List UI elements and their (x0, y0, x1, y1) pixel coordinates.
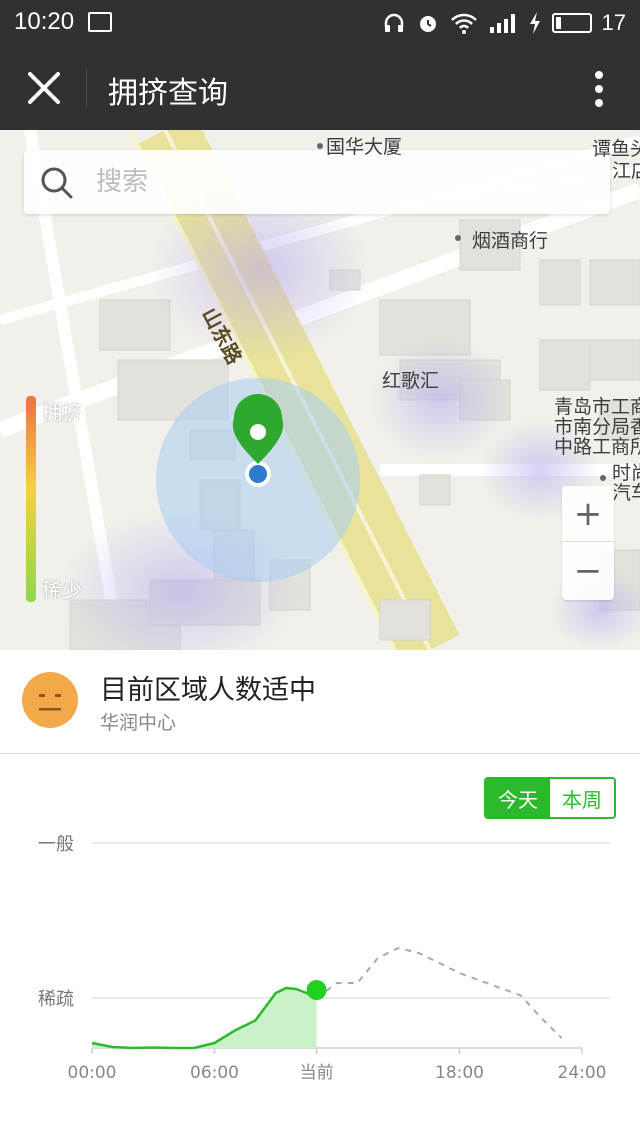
search-input[interactable] (96, 160, 576, 204)
map-label-shishang-2: 汽车 (612, 482, 640, 504)
battery-icon (551, 13, 592, 33)
wifi-icon (450, 13, 477, 34)
crowd-legend-bar (26, 396, 36, 602)
trend-chart-svg: 稀疏 一般 00:00 06:00 当前 18:00 24:00 (38, 834, 610, 1083)
more-menu-icon[interactable] (594, 70, 604, 108)
legend-low-label: 稀少 (42, 578, 82, 602)
page-title: 拥挤查询 (108, 76, 228, 111)
map-label-jiangdian: 江店 (612, 160, 640, 182)
status-time: 10:20 (14, 8, 75, 35)
neutral-face-icon (22, 672, 78, 728)
map-label-qingdao-3: 中路工商所 (554, 436, 640, 458)
crowd-trend-chart: 今天 本周 稀疏 一般 00:00 06:00 当前 18:00 24:00 (0, 755, 640, 1138)
x-tick-label: 24:00 (558, 1063, 607, 1083)
crowd-status-row: 目前区域人数适中 华润中心 (0, 650, 640, 754)
crowd-headline: 目前区域人数适中 (100, 675, 316, 706)
image-notification-icon (88, 12, 112, 32)
y-level-label: 一般 (38, 834, 74, 855)
search-icon (41, 167, 73, 199)
map-label-yanjiu: 烟酒商行 (472, 230, 549, 252)
battery-level: 17 (601, 10, 626, 35)
headphones-icon (384, 13, 403, 32)
title-bar: 拥挤查询 (0, 46, 640, 130)
x-tick-label: 当前 (300, 1063, 334, 1083)
y-level-label: 稀疏 (38, 989, 74, 1010)
map-search-box[interactable] (24, 150, 610, 214)
current-point (306, 980, 327, 1000)
forecast-line (316, 946, 563, 1039)
map-label-guohua: 国华大厦 (326, 136, 403, 158)
signal-icon (489, 14, 515, 33)
zoom-in-button[interactable]: + (562, 486, 614, 542)
zoom-control: + − (562, 486, 614, 600)
map-label-hongge: 红歌汇 (382, 370, 440, 392)
x-tick-label: 18:00 (435, 1063, 484, 1083)
x-tick-label: 00:00 (68, 1063, 117, 1083)
status-icons: 17 (382, 8, 626, 38)
zoom-out-button[interactable]: − (562, 543, 614, 599)
title-divider (86, 68, 87, 108)
charging-icon (529, 12, 540, 34)
map-view[interactable]: 国华大厦 谭鱼头 江店 烟酒商行 山东路 红歌汇 青岛市工商 市南分局香 中路工… (0, 130, 640, 650)
legend-high-label: 拥挤 (42, 400, 82, 424)
actual-area (92, 988, 317, 1048)
place-name: 华润中心 (100, 712, 177, 734)
status-bar: 10:20 17 (0, 0, 640, 46)
alarm-icon (419, 16, 436, 32)
close-icon[interactable] (26, 68, 62, 108)
x-tick-label: 06:00 (190, 1063, 239, 1083)
